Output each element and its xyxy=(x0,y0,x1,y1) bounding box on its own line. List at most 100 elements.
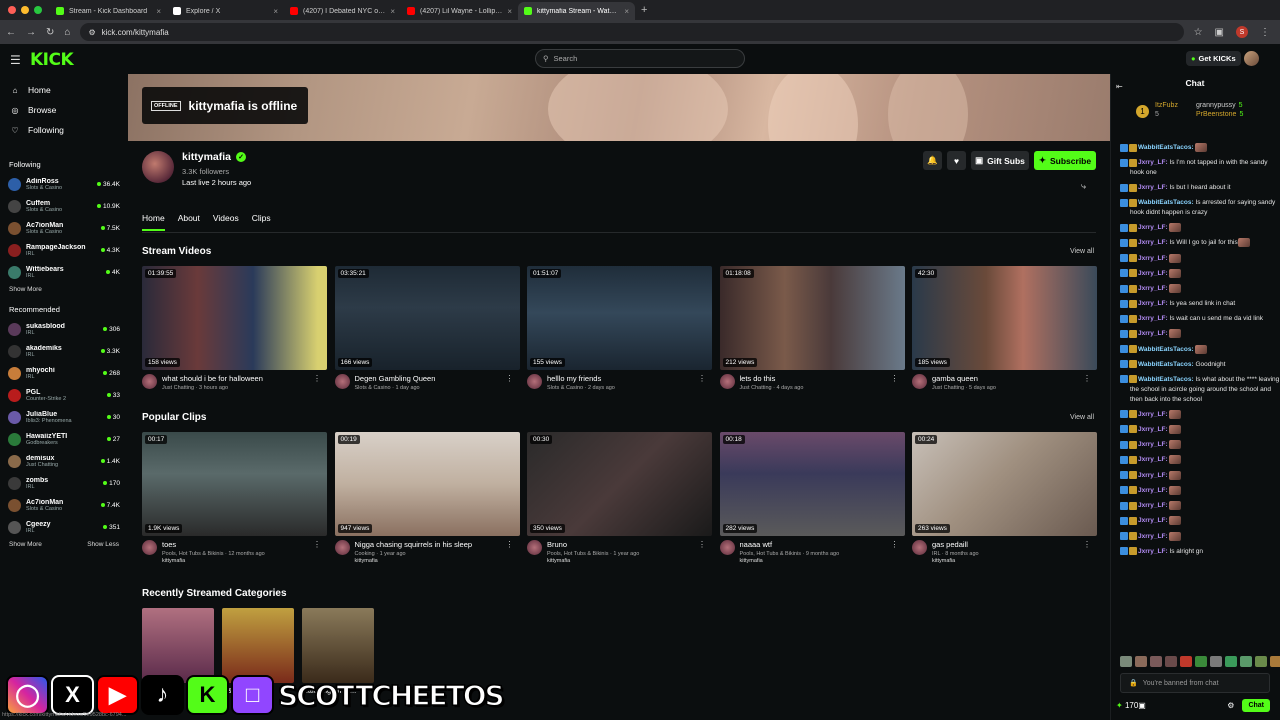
card-title[interactable]: naaaa wtf xyxy=(740,540,885,549)
chat-username[interactable]: Jxrry_LF: xyxy=(1138,184,1168,191)
chat-username[interactable]: Jxrry_LF: xyxy=(1138,518,1168,525)
chat-username[interactable]: Jxrry_LF: xyxy=(1138,300,1168,307)
clip-thumbnail[interactable]: 00:18 282 views xyxy=(719,432,905,536)
chat-settings-icon[interactable]: ⚙ xyxy=(1227,701,1234,710)
channel-avatar[interactable] xyxy=(334,540,350,555)
video-card[interactable]: 01:51:07 155 views helllo my friends Slots … xyxy=(527,266,712,391)
close-tab-icon[interactable]: × xyxy=(507,7,512,16)
close-tab-icon[interactable]: × xyxy=(273,7,278,16)
chat-username[interactable]: WabbitEatsTacos: xyxy=(1138,346,1194,353)
chat-username[interactable]: Jxrry_LF: xyxy=(1138,331,1168,338)
show-less-recommended[interactable]: Show Less xyxy=(87,541,119,548)
top-gifter-1[interactable]: ItzFubz xyxy=(1155,102,1178,109)
extensions-icon[interactable]: ▣ xyxy=(1215,27,1224,38)
chat-username[interactable]: Jxrry_LF: xyxy=(1138,548,1168,555)
sidebar-channel[interactable]: Ac7ionMan Slots & Casino 7.4K xyxy=(0,494,128,516)
back-icon[interactable]: ← xyxy=(6,27,16,38)
sidebar-channel[interactable]: zombs IRL 170 xyxy=(0,472,128,494)
channel-avatar[interactable] xyxy=(527,540,542,555)
home-icon[interactable]: ⌂ xyxy=(64,27,70,38)
close-tab-icon[interactable]: × xyxy=(390,7,395,16)
profile-button[interactable]: S xyxy=(1236,26,1248,38)
emote-icon[interactable] xyxy=(1150,656,1162,667)
emote-icon[interactable] xyxy=(1240,656,1252,667)
more-options-icon[interactable]: ⋮ xyxy=(506,540,514,549)
card-title[interactable]: gamba queen xyxy=(932,374,1077,383)
gift-icon[interactable]: ▣ xyxy=(1138,701,1146,710)
browser-tab[interactable]: kittymafia Stream - Watch Liv × xyxy=(518,2,635,20)
more-options-icon[interactable]: ⋮ xyxy=(313,374,321,383)
chat-username[interactable]: Jxrry_LF: xyxy=(1138,472,1168,479)
card-title[interactable]: Nigga chasing squirrels in his sleep xyxy=(355,540,500,549)
clip-card[interactable]: 00:18 282 views naaaa wtf Pools, Hot Tubs &… xyxy=(719,432,905,564)
sidebar-nav-browse[interactable]: ◎ Browse xyxy=(0,100,128,120)
channel-avatar[interactable] xyxy=(142,374,157,389)
clips-view-all-link[interactable]: View all xyxy=(1070,414,1094,421)
more-options-icon[interactable]: ⋮ xyxy=(1083,540,1091,549)
browser-tab[interactable]: (4207) Lil Wayne - Lollipop ft × xyxy=(401,2,518,20)
channel-avatar[interactable] xyxy=(912,540,927,555)
minimize-window-button[interactable] xyxy=(21,6,29,14)
video-card[interactable]: 01:39:55 158 views what should i be for ha… xyxy=(142,266,327,391)
address-bar[interactable]: ⚙ kick.com/kittymafia xyxy=(80,23,1184,41)
card-channel[interactable]: kittymafia xyxy=(740,558,885,564)
browser-tab[interactable]: Stream - Kick Dashboard × xyxy=(50,2,167,20)
emote-icon[interactable] xyxy=(1225,656,1237,667)
video-thumbnail[interactable]: 42:30 185 views xyxy=(912,266,1097,370)
emote-icon[interactable] xyxy=(1255,656,1267,667)
chat-username[interactable]: WabbitEatsTacos: xyxy=(1138,376,1194,383)
clip-thumbnail[interactable]: 00:19 947 views xyxy=(334,432,520,536)
chat-username[interactable]: Jxrry_LF: xyxy=(1138,533,1168,540)
browser-tab[interactable]: (4207) I Debated NYC on Zo × xyxy=(284,2,401,20)
video-card[interactable]: 01:18:08 212 views lets do this Just Chatti… xyxy=(719,266,905,391)
card-title[interactable]: Bruno xyxy=(547,540,692,549)
subscribe-button[interactable]: ✦ Subscribe xyxy=(1034,151,1096,170)
video-card[interactable]: 03:35:21 166 views Degen Gambling Queen Slo… xyxy=(334,266,520,391)
menu-icon[interactable]: ☰ xyxy=(10,53,21,67)
close-tab-icon[interactable]: × xyxy=(624,7,629,16)
more-options-icon[interactable]: ⋮ xyxy=(1083,374,1091,383)
more-options-icon[interactable]: ⋮ xyxy=(891,540,899,549)
emote-icon[interactable] xyxy=(1165,656,1177,667)
card-title[interactable]: Degen Gambling Queen xyxy=(355,374,500,383)
show-more-recommended[interactable]: Show More xyxy=(9,541,42,548)
card-title[interactable]: helllo my friends xyxy=(547,374,692,383)
video-thumbnail[interactable]: 01:51:07 155 views xyxy=(527,266,712,370)
category-thumbnail[interactable] xyxy=(142,608,214,683)
sidebar-channel[interactable]: mhyochi IRL 268 xyxy=(0,362,128,384)
top-gifter-3[interactable]: PrBeenstone 5 xyxy=(1196,111,1243,118)
tab-home[interactable]: Home xyxy=(142,213,165,231)
videos-view-all-link[interactable]: View all xyxy=(1070,248,1094,255)
chat-send-button[interactable]: Chat xyxy=(1242,699,1270,712)
chat-username[interactable]: Jxrry_LF: xyxy=(1138,441,1168,448)
sidebar-channel[interactable]: Cuffem Slots & Casino 10.9K xyxy=(0,195,128,217)
channel-avatar[interactable] xyxy=(334,374,350,389)
tab-clips[interactable]: Clips xyxy=(252,213,271,231)
chat-username[interactable]: Jxrry_LF: xyxy=(1138,270,1168,277)
clip-card[interactable]: 00:17 1.9K views toes Pools, Hot Tubs & Bik… xyxy=(142,432,327,564)
clip-card[interactable]: 00:24 263 views gas pedaill IRL · 8 months … xyxy=(912,432,1097,564)
gift-subs-button[interactable]: ▣ Gift Subs xyxy=(971,151,1029,170)
chat-username[interactable]: Jxrry_LF: xyxy=(1138,426,1168,433)
tab-videos[interactable]: Videos xyxy=(213,213,239,231)
emote-icon[interactable] xyxy=(1180,656,1192,667)
video-card[interactable]: 42:30 185 views gamba queen Just Chatting ·… xyxy=(912,266,1097,391)
card-channel[interactable]: kittymafia xyxy=(932,558,1077,564)
close-window-button[interactable] xyxy=(8,6,16,14)
chat-username[interactable]: Jxrry_LF: xyxy=(1138,255,1168,262)
sidebar-channel[interactable]: demisux Just Chatting 1.4K xyxy=(0,450,128,472)
clip-thumbnail[interactable]: 00:30 350 views xyxy=(527,432,712,536)
emote-icon[interactable] xyxy=(1195,656,1207,667)
site-info-icon[interactable]: ⚙ xyxy=(88,28,95,37)
maximize-window-button[interactable] xyxy=(34,6,42,14)
chat-username[interactable]: WabbitEatsTacos: xyxy=(1138,361,1194,368)
card-title[interactable]: gas pedaill xyxy=(932,540,1077,549)
card-title[interactable]: toes xyxy=(162,540,307,549)
follow-heart-button[interactable]: ♥ xyxy=(947,151,966,170)
sidebar-channel[interactable]: akademiks IRL 3.3K xyxy=(0,340,128,362)
close-tab-icon[interactable]: × xyxy=(156,7,161,16)
emote-icon[interactable] xyxy=(1120,656,1132,667)
card-channel[interactable]: kittymafia xyxy=(355,558,500,564)
more-options-icon[interactable]: ⋮ xyxy=(313,540,321,549)
browser-tab[interactable]: Explore / X × xyxy=(167,2,284,20)
